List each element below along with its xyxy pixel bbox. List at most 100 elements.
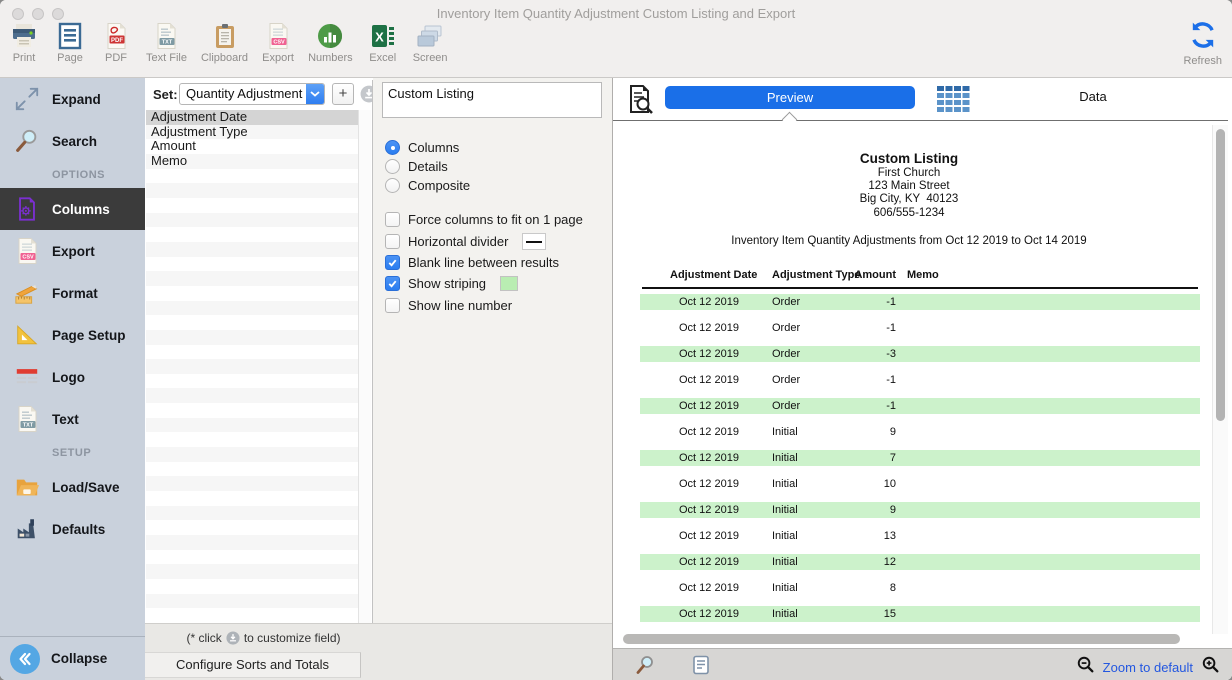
radio-columns[interactable]: Columns: [385, 138, 612, 157]
expand-icon: [13, 86, 41, 112]
report-preview: Custom Listing First Church 123 Main Str…: [613, 120, 1228, 648]
stripe-color-swatch[interactable]: [500, 276, 518, 291]
sidebar-item-page-setup[interactable]: Page Setup: [0, 314, 145, 356]
add-set-button[interactable]: +: [332, 83, 354, 105]
sidebar-item-load-save[interactable]: Load/Save: [0, 466, 145, 508]
defaults-icon: [13, 516, 41, 542]
radio-details[interactable]: Details: [385, 157, 612, 176]
checkbox[interactable]: [385, 276, 400, 291]
sidebar-item-search[interactable]: Search: [0, 120, 145, 162]
zoom-out-icon[interactable]: [1076, 655, 1095, 679]
print-button[interactable]: Print: [8, 20, 40, 64]
radio-button[interactable]: [385, 159, 400, 174]
data-grid-icon[interactable]: [935, 83, 971, 120]
checkbox[interactable]: [385, 234, 400, 249]
preview-panel: Preview Data Custom Listing First Church…: [612, 78, 1232, 680]
checkbox-horizontal-divider[interactable]: Horizontal divider: [385, 230, 612, 251]
preview-document-icon[interactable]: [623, 83, 655, 120]
checkbox[interactable]: [385, 255, 400, 270]
field-row-empty: [146, 345, 358, 360]
layout-check-group: Force columns to fit on 1 page Horizontal…: [385, 209, 612, 316]
checkbox-show-line-number[interactable]: Show line number: [385, 295, 612, 316]
field-list-scrollbar[interactable]: [358, 110, 371, 623]
report-cell: Oct 12 2019: [679, 476, 739, 492]
excel-button[interactable]: XExcel: [367, 20, 399, 64]
horizontal-scrollbar-thumb[interactable]: [623, 634, 1180, 644]
magnifier-icon[interactable]: [635, 655, 655, 680]
radio-label: Columns: [408, 140, 459, 155]
svg-text:CSV: CSV: [22, 254, 34, 260]
report-cell: -1: [820, 398, 896, 414]
customize-circle-icon: [226, 631, 240, 645]
export-button[interactable]: CSVExport: [262, 20, 294, 64]
sidebar-item-label: Logo: [52, 370, 85, 385]
text-file-button[interactable]: TXTText File: [146, 20, 187, 64]
sidebar-item-collapse[interactable]: Collapse: [0, 636, 145, 680]
radio-composite[interactable]: Composite: [385, 176, 612, 195]
set-dropdown[interactable]: Quantity Adjustment ...: [179, 83, 325, 105]
field-row-empty: [146, 198, 358, 213]
field-row-empty: [146, 520, 358, 535]
sidebar-item-label: Columns: [52, 202, 110, 217]
checkbox-label: Force columns to fit on 1 page: [408, 212, 583, 227]
checkbox[interactable]: [385, 212, 400, 227]
radio-button[interactable]: [385, 140, 400, 155]
report-cell: Initial: [772, 554, 798, 570]
field-row-empty: [146, 374, 358, 389]
clipboard-button[interactable]: Clipboard: [201, 20, 248, 64]
field-row-empty: [146, 242, 358, 257]
sidebar-item-expand[interactable]: Expand: [0, 78, 145, 120]
sidebar-item-defaults[interactable]: Defaults: [0, 508, 145, 550]
refresh-button[interactable]: Refresh: [1183, 20, 1222, 67]
field-row-empty: [146, 183, 358, 198]
field-row-empty: [146, 535, 358, 550]
zoom-to-default-link[interactable]: Zoom to default: [1103, 660, 1193, 675]
report-city-line: Big City, KY 40123: [613, 193, 1205, 206]
field-row[interactable]: Adjustment Date: [146, 110, 358, 125]
sidebar-item-columns[interactable]: Columns: [0, 188, 145, 230]
numbers-button[interactable]: Numbers: [308, 20, 353, 64]
vertical-scrollbar-thumb[interactable]: [1216, 129, 1225, 421]
sidebar-item-logo[interactable]: Logo: [0, 356, 145, 398]
document-lines-icon[interactable]: [691, 655, 711, 680]
screen-button[interactable]: Screen: [413, 20, 448, 64]
field-row[interactable]: Amount: [146, 139, 358, 154]
field-row-empty: [146, 286, 358, 301]
checkbox-blank-line-between-results[interactable]: Blank line between results: [385, 252, 612, 273]
checkbox-show-striping[interactable]: Show striping: [385, 273, 612, 294]
vertical-scrollbar[interactable]: [1212, 125, 1228, 634]
checkbox-label: Show line number: [408, 298, 512, 313]
horizontal-divider-sample[interactable]: [522, 233, 546, 250]
radio-button[interactable]: [385, 178, 400, 193]
sidebar-item-text[interactable]: TXTText: [0, 398, 145, 440]
field-row[interactable]: Memo: [146, 154, 358, 169]
listing-title-input[interactable]: Custom Listing: [382, 82, 602, 118]
main-area: ExpandSearchOPTIONSColumnsCSVExportForma…: [0, 78, 1232, 680]
pdf-button[interactable]: PDFPDF: [100, 20, 132, 64]
checkbox[interactable]: [385, 298, 400, 313]
tab-preview[interactable]: Preview: [665, 86, 915, 109]
field-row-empty: [146, 418, 358, 433]
csv-export-icon: CSV: [264, 20, 292, 50]
report-page: Custom Listing First Church 123 Main Str…: [613, 121, 1205, 632]
collapse-icon: [10, 644, 40, 674]
tab-data[interactable]: Data: [1013, 89, 1173, 104]
zoom-in-icon[interactable]: [1201, 655, 1220, 679]
report-cell: 9: [820, 424, 896, 440]
checkbox-force-columns-to-fit-on-1-page[interactable]: Force columns to fit on 1 page: [385, 209, 612, 230]
toolbar-button-label: PDF: [105, 52, 127, 64]
checkbox-label: Blank line between results: [408, 255, 559, 270]
report-cell: -1: [820, 372, 896, 388]
field-row[interactable]: Adjustment Type: [146, 125, 358, 140]
sidebar-item-export[interactable]: CSVExport: [0, 230, 145, 272]
configure-sorts-totals-button[interactable]: Configure Sorts and Totals: [145, 652, 361, 678]
text-file-icon: TXT: [13, 405, 41, 433]
set-label: Set:: [153, 87, 178, 102]
report-cell: Initial: [772, 528, 798, 544]
field-row-empty: [146, 359, 358, 374]
page-button[interactable]: Page: [54, 20, 86, 64]
report-cell: Oct 12 2019: [679, 294, 739, 310]
field-row-empty: [146, 315, 358, 330]
csv-export-icon: CSV: [13, 237, 41, 265]
sidebar-item-format[interactable]: Format: [0, 272, 145, 314]
